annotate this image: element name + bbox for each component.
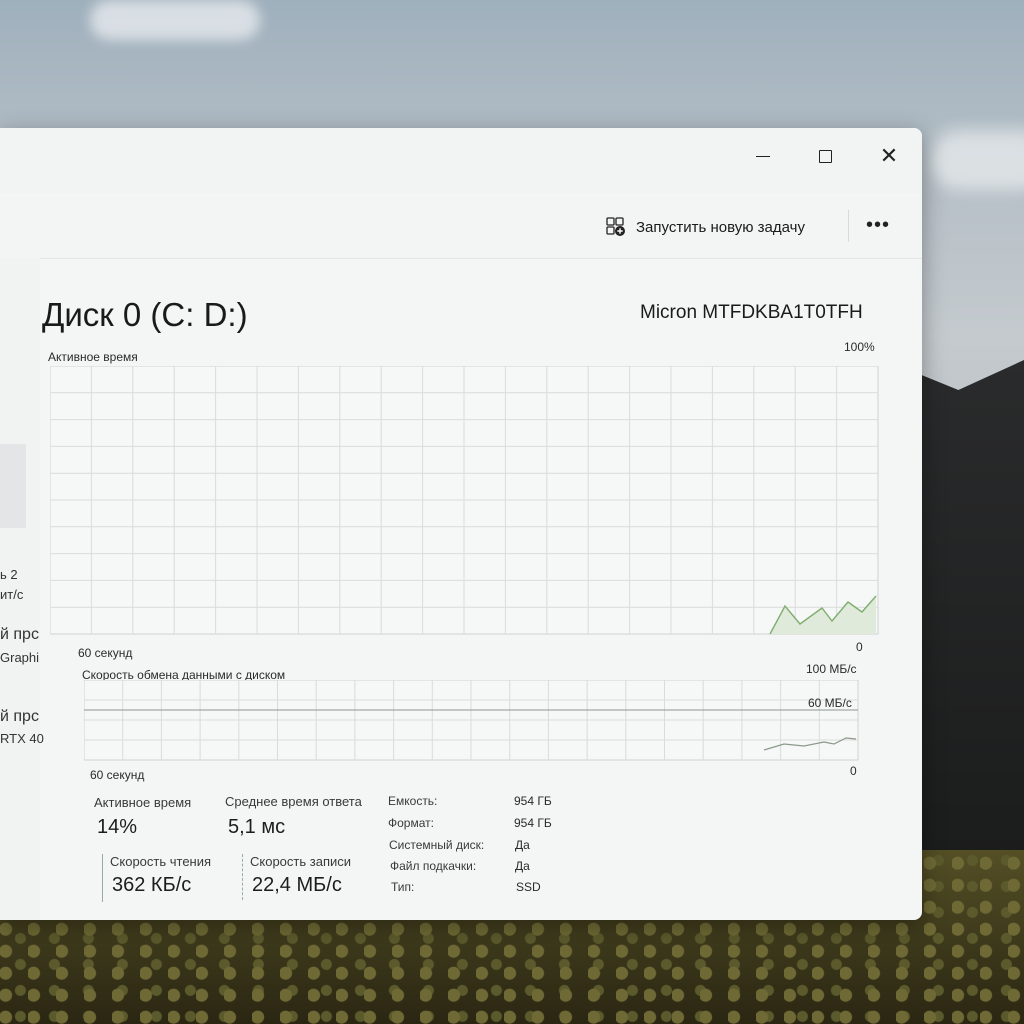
stat-response-time-label: Среднее время ответа — [225, 794, 362, 809]
task-manager-window: ✕ Запустить новую задачу ••• ь 2 ит/с й … — [0, 128, 922, 920]
minimize-button[interactable] — [740, 136, 786, 176]
prop-format-value: 954 ГБ — [514, 816, 552, 830]
active-time-x-label: 60 секунд — [78, 646, 133, 660]
run-new-task-button[interactable]: Запустить новую задачу — [606, 212, 805, 242]
prop-page-file-label: Файл подкачки: — [390, 859, 477, 873]
prop-format-label: Формат: — [388, 816, 434, 830]
close-icon: ✕ — [879, 143, 899, 168]
stat-active-time-label: Активное время — [94, 795, 192, 810]
cloud — [930, 130, 1024, 190]
toolbar-separator — [848, 210, 849, 242]
prop-type-value: SSD — [516, 880, 541, 894]
sidebar-item-text[interactable]: й прс — [0, 626, 39, 644]
transfer-min-label: 0 — [850, 764, 857, 778]
minimize-icon — [756, 155, 770, 157]
prop-system-disk-value: Да — [515, 838, 530, 852]
maximize-button[interactable] — [802, 136, 848, 176]
run-task-icon — [606, 217, 626, 237]
sidebar-thumbnail — [0, 444, 26, 528]
stat-response-time-value: 5,1 мс — [228, 816, 286, 838]
sidebar-item-text[interactable]: RTX 40 — [0, 731, 44, 746]
page-title: Диск 0 (C: D:) — [42, 296, 248, 333]
title-bar: ✕ — [0, 128, 922, 194]
command-bar: Запустить новую задачу ••• — [0, 196, 922, 259]
prop-capacity-label: Емкость: — [388, 794, 438, 808]
read-speed-divider — [102, 854, 103, 902]
close-button[interactable]: ✕ — [866, 136, 912, 176]
prop-system-disk-label: Системный диск: — [389, 838, 485, 852]
active-time-chart — [50, 366, 879, 635]
stat-active-time-value: 14% — [97, 816, 138, 838]
transfer-mid-label: 60 МБ/с — [808, 696, 852, 710]
sidebar-item-text[interactable]: ит/с — [0, 587, 23, 602]
transfer-rate-chart — [84, 680, 859, 761]
disk-model: Micron MTFDKBA1T0TFH — [640, 302, 863, 323]
transfer-x-label: 60 секунд — [90, 768, 145, 782]
chart-grid — [50, 366, 878, 634]
stat-write-speed-value: 22,4 МБ/с — [252, 874, 342, 896]
stat-read-speed-value: 362 КБ/с — [112, 874, 192, 896]
run-new-task-label: Запустить новую задачу — [636, 218, 805, 236]
sidebar-item-text[interactable]: й прс — [0, 708, 39, 726]
prop-page-file-value: Да — [515, 859, 530, 873]
prop-capacity-value: 954 ГБ — [514, 794, 552, 808]
chart-grid — [84, 680, 858, 760]
stat-write-speed-label: Скорость записи — [250, 854, 352, 869]
active-time-max-label: 100% — [844, 340, 875, 354]
more-options-button[interactable]: ••• — [866, 214, 890, 237]
stat-read-speed-label: Скорость чтения — [110, 854, 212, 869]
cloud — [90, 0, 260, 40]
transfer-max-label: 100 МБ/с — [806, 662, 857, 676]
write-speed-divider — [242, 854, 244, 900]
maximize-icon — [818, 149, 832, 163]
sidebar-item-text[interactable]: Graphi — [0, 650, 39, 665]
sidebar-item-text[interactable]: ь 2 — [0, 567, 18, 582]
prop-type-label: Тип: — [391, 880, 415, 894]
active-time-chart-label: Активное время — [48, 350, 138, 364]
active-time-min-label: 0 — [856, 640, 863, 654]
